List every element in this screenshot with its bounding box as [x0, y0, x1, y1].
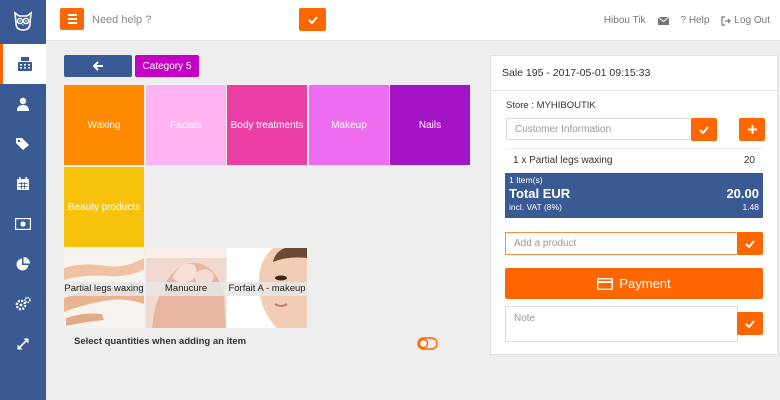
category-tile[interactable]: Makeup [309, 85, 389, 165]
sidebar [0, 0, 46, 400]
plus-icon [747, 125, 757, 134]
check-icon [307, 15, 318, 24]
back-button[interactable] [64, 55, 132, 77]
tags-icon [16, 138, 29, 150]
arrow-left-icon [92, 61, 103, 71]
product-tile[interactable]: Forfait A - makeup [227, 248, 307, 328]
line-item-label: 1 x Partial legs waxing [513, 155, 613, 166]
help-link[interactable]: ? Help [681, 15, 710, 26]
sidebar-item-reports[interactable] [0, 244, 46, 284]
check-icon [745, 319, 755, 328]
toggle-icon [417, 337, 438, 350]
messages-button[interactable] [657, 16, 669, 25]
line-item-amount: 20 [743, 155, 755, 166]
money-icon [15, 218, 31, 230]
sidebar-item-cash[interactable] [0, 204, 46, 244]
pie-chart-icon [16, 257, 30, 271]
topbar-user-area: Hibou Tik ? Help Log Out [604, 0, 770, 41]
category-tile[interactable]: Waxing [64, 85, 144, 165]
product-label: Forfait A - makeup [227, 282, 307, 296]
vat-label: incl. VAT (8%) [509, 202, 562, 212]
topbar: Hibou Tik ? Help Log Out [46, 0, 780, 41]
total-value: 20.00 [726, 186, 759, 201]
sale-panel: Sale 195 - 2017-05-01 09:15:33 Store : M… [490, 55, 778, 355]
logout-link[interactable]: Log Out [721, 15, 770, 26]
sidebar-item-settings[interactable] [0, 284, 46, 324]
help-search-input[interactable] [92, 10, 292, 30]
sidebar-item-sales[interactable] [0, 44, 46, 84]
cash-register-icon [17, 56, 32, 71]
owl-logo-icon[interactable] [0, 0, 46, 42]
category-tile[interactable]: Nails [390, 85, 470, 165]
sidebar-item-fullscreen[interactable] [0, 324, 46, 364]
add-product-input[interactable] [505, 232, 738, 255]
items-count: 1 Item(s) [509, 175, 543, 185]
note-field[interactable] [505, 306, 738, 342]
envelope-icon [657, 16, 669, 25]
product-tile[interactable]: Partial legs waxing [64, 248, 144, 328]
add-customer-button[interactable] [739, 118, 765, 141]
category-tile[interactable]: Beauty products [64, 167, 144, 247]
user-icon [17, 97, 29, 111]
breadcrumb-category[interactable]: Category 5 [135, 55, 199, 77]
help-search-submit-button[interactable] [299, 8, 326, 31]
logout-label: Log Out [734, 15, 770, 26]
cogs-icon [15, 296, 31, 311]
sidebar-item-customers[interactable] [0, 84, 46, 124]
total-label: Total EUR [509, 186, 571, 201]
customer-confirm-button[interactable] [691, 118, 717, 141]
hamburger-icon [67, 14, 77, 16]
add-product-button[interactable] [737, 232, 763, 255]
customer-info-input[interactable] [506, 118, 692, 140]
total-box: 1 Item(s) Total EUR 20.00 incl. VAT (8%)… [505, 173, 763, 218]
vat-row: incl. VAT (8%) 1.48 [509, 202, 759, 212]
product-tile[interactable]: Manucure [146, 248, 226, 328]
logout-icon [721, 15, 732, 26]
check-icon [745, 239, 755, 248]
menu-toggle-button[interactable] [60, 8, 84, 30]
category-tile[interactable]: Facials [146, 85, 226, 165]
note-confirm-button[interactable] [737, 312, 763, 335]
payment-label: Payment [619, 276, 671, 291]
vat-value: 1.48 [742, 202, 759, 212]
calendar-icon [17, 177, 29, 190]
category-tile[interactable]: Body treatments [227, 85, 307, 165]
select-quantities-toggle[interactable] [417, 337, 438, 350]
sidebar-item-calendar[interactable] [0, 164, 46, 204]
sale-header: Sale 195 - 2017-05-01 09:15:33 [491, 56, 777, 91]
select-quantities-label: Select quantities when adding an item [74, 336, 247, 347]
product-label: Manucure [146, 282, 226, 296]
sale-line-item[interactable]: 1 x Partial legs waxing 20 [505, 148, 763, 172]
sidebar-item-products[interactable] [0, 124, 46, 164]
credit-card-icon [597, 277, 614, 290]
user-name[interactable]: Hibou Tik [604, 15, 646, 26]
expand-icon [17, 338, 29, 350]
product-label: Partial legs waxing [64, 282, 144, 296]
payment-button[interactable]: Payment [505, 268, 763, 299]
check-icon [699, 125, 709, 134]
total-row: Total EUR 20.00 [509, 186, 759, 201]
store-label: Store : MYHIBOUTIK [506, 100, 596, 111]
